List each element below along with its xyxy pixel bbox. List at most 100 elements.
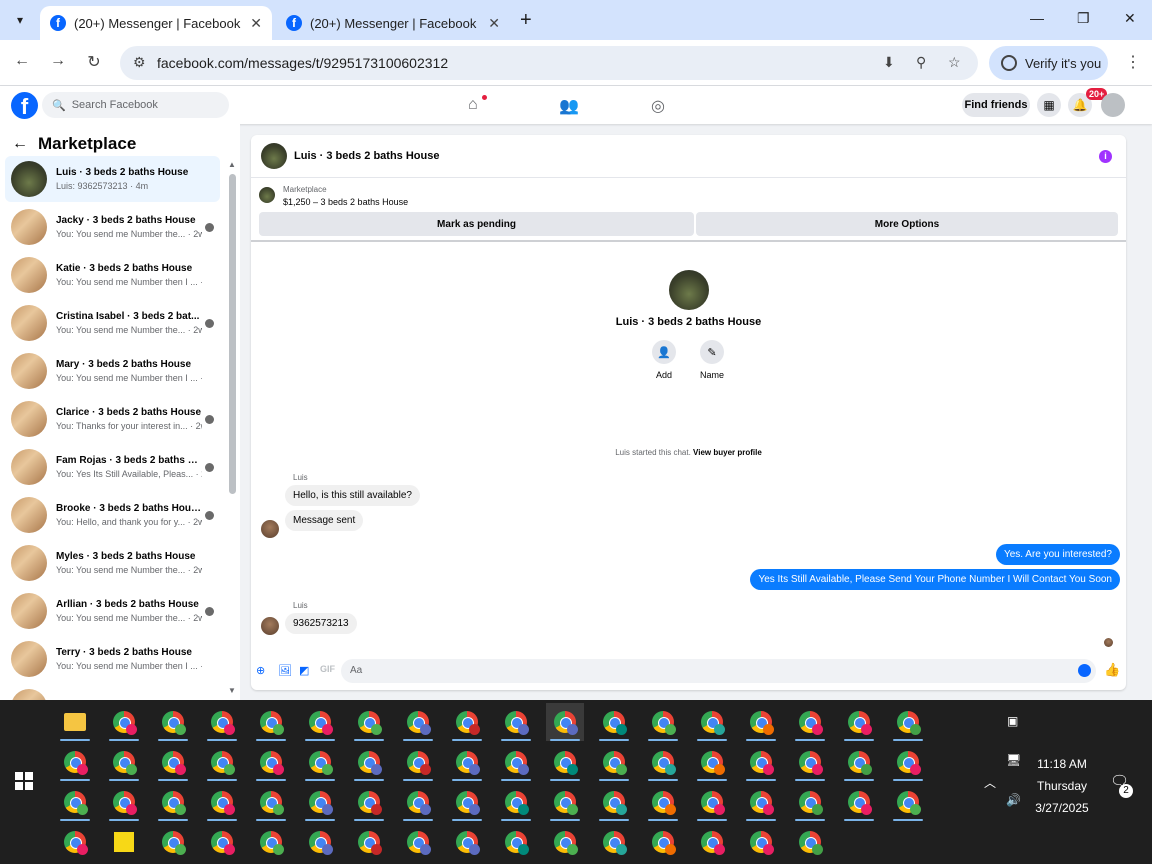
chrome-profile-icon[interactable]	[742, 783, 780, 821]
find-friends-button[interactable]: Find friends	[962, 93, 1030, 117]
sidebar-scrollbar[interactable]	[229, 174, 236, 494]
chrome-profile-icon[interactable]	[546, 783, 584, 821]
url-text[interactable]: facebook.com/messages/t/9295173100602312	[157, 55, 448, 71]
chrome-profile-icon[interactable]	[595, 823, 633, 861]
message-bubble-incoming[interactable]: 9362573213	[285, 613, 357, 634]
file-explorer-icon[interactable]	[56, 703, 94, 741]
chrome-profile-icon[interactable]	[595, 743, 633, 781]
conversation-item[interactable]: Katie · 3 beds 2 baths House You: You sen…	[5, 252, 220, 298]
chrome-profile-icon[interactable]	[350, 823, 388, 861]
more-options-button[interactable]: More Options	[696, 212, 1118, 236]
restore-icon[interactable]: ❐	[1077, 10, 1090, 27]
chrome-profile-icon[interactable]	[791, 823, 829, 861]
minimize-icon[interactable]: —	[1030, 10, 1044, 26]
info-icon[interactable]: i	[1099, 150, 1112, 163]
search-facebook-input[interactable]: 🔍 Search Facebook	[42, 92, 229, 118]
chrome-profile-icon[interactable]	[840, 743, 878, 781]
chrome-profile-icon[interactable]	[448, 703, 486, 741]
message-bubble-incoming[interactable]: Hello, is this still available?	[285, 485, 420, 506]
scroll-up-icon[interactable]: ▲	[228, 160, 236, 169]
listing-price[interactable]: $1,250 – 3 beds 2 baths House	[283, 197, 408, 207]
chrome-profile-icon[interactable]	[497, 703, 535, 741]
chrome-profile-icon[interactable]	[350, 783, 388, 821]
chrome-profile-icon[interactable]	[203, 743, 241, 781]
install-app-icon[interactable]: ⬇	[883, 54, 895, 71]
thumbs-up-icon[interactable]: 👍	[1104, 662, 1120, 678]
chrome-profile-icon[interactable]	[546, 703, 584, 741]
tab-search-chevron-icon[interactable]: ▾	[8, 8, 32, 32]
chrome-profile-icon[interactable]	[301, 783, 339, 821]
chrome-profile-icon[interactable]	[742, 823, 780, 861]
browser-menu-icon[interactable]: ⋮	[1125, 52, 1141, 72]
chrome-profile-icon[interactable]	[399, 823, 437, 861]
chrome-profile-icon[interactable]	[742, 743, 780, 781]
chrome-profile-icon[interactable]	[840, 703, 878, 741]
network-tray-icon[interactable]: 🖥	[1006, 753, 1021, 767]
conversation-item[interactable]: Mary · 3 beds 2 baths House You: You send…	[5, 348, 220, 394]
chrome-profile-icon[interactable]	[693, 783, 731, 821]
chrome-profile-icon[interactable]	[644, 783, 682, 821]
message-bubble-outgoing[interactable]: Yes Its Still Available, Please Send You…	[750, 569, 1120, 590]
conversation-item[interactable]: Jacky · 3 beds 2 baths House You: You sen…	[5, 204, 220, 250]
chrome-profile-icon[interactable]	[693, 703, 731, 741]
chrome-profile-icon[interactable]	[546, 823, 584, 861]
chrome-profile-icon[interactable]	[840, 783, 878, 821]
chrome-profile-icon[interactable]	[252, 743, 290, 781]
sticky-notes-icon[interactable]	[105, 823, 143, 861]
sender-avatar[interactable]	[261, 520, 279, 538]
gif-icon[interactable]: GIF	[320, 664, 335, 674]
account-avatar[interactable]	[1101, 93, 1125, 117]
photo-icon[interactable]: 🖼	[278, 664, 292, 677]
chrome-profile-icon[interactable]	[595, 703, 633, 741]
view-buyer-profile-link[interactable]: View buyer profile	[693, 448, 762, 457]
chrome-profile-icon[interactable]	[301, 823, 339, 861]
chrome-profile-icon[interactable]	[154, 703, 192, 741]
chrome-profile-icon[interactable]	[448, 783, 486, 821]
chrome-profile-icon[interactable]	[350, 703, 388, 741]
chrome-profile-icon[interactable]	[252, 823, 290, 861]
volume-tray-icon[interactable]: 🔊	[1006, 793, 1021, 807]
chrome-profile-icon[interactable]	[301, 743, 339, 781]
chrome-profile-icon[interactable]	[252, 783, 290, 821]
chrome-profile-icon[interactable]	[399, 783, 437, 821]
facebook-logo-icon[interactable]: f	[11, 92, 38, 119]
message-bubble-incoming[interactable]: Message sent	[285, 510, 364, 531]
listing-thumbnail[interactable]	[259, 187, 275, 203]
plus-circle-icon[interactable]: ⊕	[256, 664, 265, 677]
chrome-profile-icon[interactable]	[644, 703, 682, 741]
camera-tray-icon[interactable]: ▣	[1007, 714, 1018, 728]
chrome-profile-icon[interactable]	[399, 703, 437, 741]
conversation-item[interactable]: Luis · 3 beds 2 baths House Luis: 9362573…	[5, 156, 220, 202]
chrome-profile-icon[interactable]	[448, 743, 486, 781]
chrome-profile-icon[interactable]	[791, 783, 829, 821]
new-tab-icon[interactable]: +	[520, 10, 532, 30]
message-bubble-outgoing[interactable]: Yes. Are you interested?	[995, 544, 1120, 565]
scroll-down-icon[interactable]: ▼	[228, 686, 236, 695]
chrome-profile-icon[interactable]	[693, 823, 731, 861]
chrome-profile-icon[interactable]	[154, 743, 192, 781]
back-icon[interactable]: ←	[11, 52, 33, 70]
add-action[interactable]: 👤 Add	[644, 340, 684, 380]
conversation-item[interactable]: Terry · 3 beds 2 baths House You: You sen…	[5, 636, 220, 682]
chrome-profile-icon[interactable]	[301, 703, 339, 741]
chrome-profile-icon[interactable]	[56, 783, 94, 821]
conversation-item[interactable]: Myles · 3 beds 2 baths House You: You sen…	[5, 540, 220, 586]
pencil-icon[interactable]: ✎	[700, 340, 724, 364]
chrome-profile-icon[interactable]	[595, 783, 633, 821]
profile-avatar[interactable]	[669, 270, 709, 310]
chat-avatar[interactable]	[261, 143, 287, 169]
reload-icon[interactable]: ↻	[83, 52, 105, 72]
chrome-profile-icon[interactable]	[791, 703, 829, 741]
chrome-profile-icon[interactable]	[399, 743, 437, 781]
menu-grid-icon[interactable]: ▦	[1037, 93, 1061, 117]
chrome-profile-icon[interactable]	[742, 703, 780, 741]
chrome-profile-icon[interactable]	[203, 783, 241, 821]
close-tab-icon[interactable]: ✕	[488, 15, 500, 32]
verify-button[interactable]: Verify it's you	[989, 46, 1108, 80]
chrome-profile-icon[interactable]	[203, 823, 241, 861]
chrome-profile-icon[interactable]	[56, 743, 94, 781]
chrome-profile-icon[interactable]	[693, 743, 731, 781]
chrome-profile-icon[interactable]	[154, 783, 192, 821]
site-settings-icon[interactable]: ⚙	[133, 54, 146, 71]
message-input[interactable]: Aa	[341, 659, 1096, 683]
